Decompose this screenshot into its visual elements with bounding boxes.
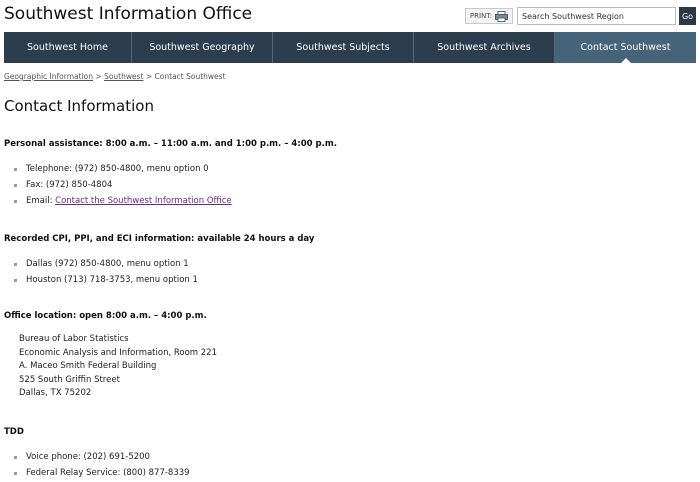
section-heading: Personal assistance: 8:00 a.m. – 11:00 a… xyxy=(4,139,337,149)
breadcrumb-separator: > xyxy=(95,72,102,81)
nav-contact-southwest[interactable]: Contact Southwest xyxy=(555,32,696,63)
section-recorded-info: Recorded CPI, PPI, and ECI information: … xyxy=(4,234,314,288)
section-office-location: Office location: open 8:00 a.m. – 4:00 p… xyxy=(4,311,217,401)
breadcrumb-southwest[interactable]: Southwest xyxy=(104,72,143,81)
office-address: Bureau of Labor Statistics Economic Anal… xyxy=(4,333,217,401)
printer-icon xyxy=(495,10,509,22)
section-heading: Recorded CPI, PPI, and ECI information: … xyxy=(4,234,315,244)
address-line: 525 South Griffin Street xyxy=(19,374,120,385)
print-button[interactable]: PRINT: xyxy=(465,8,513,24)
breadcrumb-separator: > xyxy=(145,72,153,81)
nav-southwest-geography[interactable]: Southwest Geography xyxy=(132,32,273,63)
search-input[interactable] xyxy=(517,7,676,25)
recorded-list: Dallas (972) 850-4800, menu option 1 Hou… xyxy=(4,256,314,288)
list-item: Voice phone: (202) 691-5200 xyxy=(4,449,190,465)
site-title: Southwest Information Office xyxy=(4,4,253,24)
address-line: Bureau of Labor Statistics xyxy=(19,334,129,344)
print-label: PRINT: xyxy=(469,12,493,20)
breadcrumb-geographic-information[interactable]: Geographic Information xyxy=(4,72,93,81)
list-item: Federal Relay Service: (800) 877-8339 xyxy=(4,465,190,481)
email-link[interactable]: Contact the Southwest Information Office xyxy=(55,196,232,206)
list-item: Dallas (972) 850-4800, menu option 1 xyxy=(4,256,314,272)
list-item: Houston (713) 718-3753, menu option 1 xyxy=(4,272,314,288)
section-tdd: TDD Voice phone: (202) 691-5200 Federal … xyxy=(4,427,190,481)
go-button[interactable]: Go xyxy=(679,7,696,25)
section-heading: Office location: open 8:00 a.m. – 4:00 p… xyxy=(4,311,207,321)
list-item-email: Email: Contact the Southwest Information… xyxy=(4,193,337,209)
address-line: Dallas, TX 75202 xyxy=(19,388,92,398)
nav-southwest-home[interactable]: Southwest Home xyxy=(4,32,132,63)
nav-southwest-subjects[interactable]: Southwest Subjects xyxy=(273,32,414,63)
address-line: A. Maceo Smith Federal Building xyxy=(19,361,157,371)
tdd-list: Voice phone: (202) 691-5200 Federal Rela… xyxy=(4,449,190,481)
list-item: Telephone: (972) 850-4800, menu option 0 xyxy=(4,161,337,177)
main-nav: Southwest Home Southwest Geography South… xyxy=(4,32,696,63)
address-line: Economic Analysis and Information, Room … xyxy=(19,347,218,358)
section-personal-assistance: Personal assistance: 8:00 a.m. – 11:00 a… xyxy=(4,139,337,209)
list-item: Fax: (972) 850-4804 xyxy=(4,177,337,193)
section-heading: TDD xyxy=(4,427,24,437)
page-title: Contact Information xyxy=(4,97,154,115)
breadcrumb-current: Contact Southwest xyxy=(154,72,226,81)
contact-list: Telephone: (972) 850-4800, menu option 0… xyxy=(4,161,337,209)
breadcrumb: Geographic Information > Southwest > Con… xyxy=(4,72,226,81)
nav-southwest-archives[interactable]: Southwest Archives xyxy=(414,32,555,63)
email-label: Email: xyxy=(26,196,56,206)
